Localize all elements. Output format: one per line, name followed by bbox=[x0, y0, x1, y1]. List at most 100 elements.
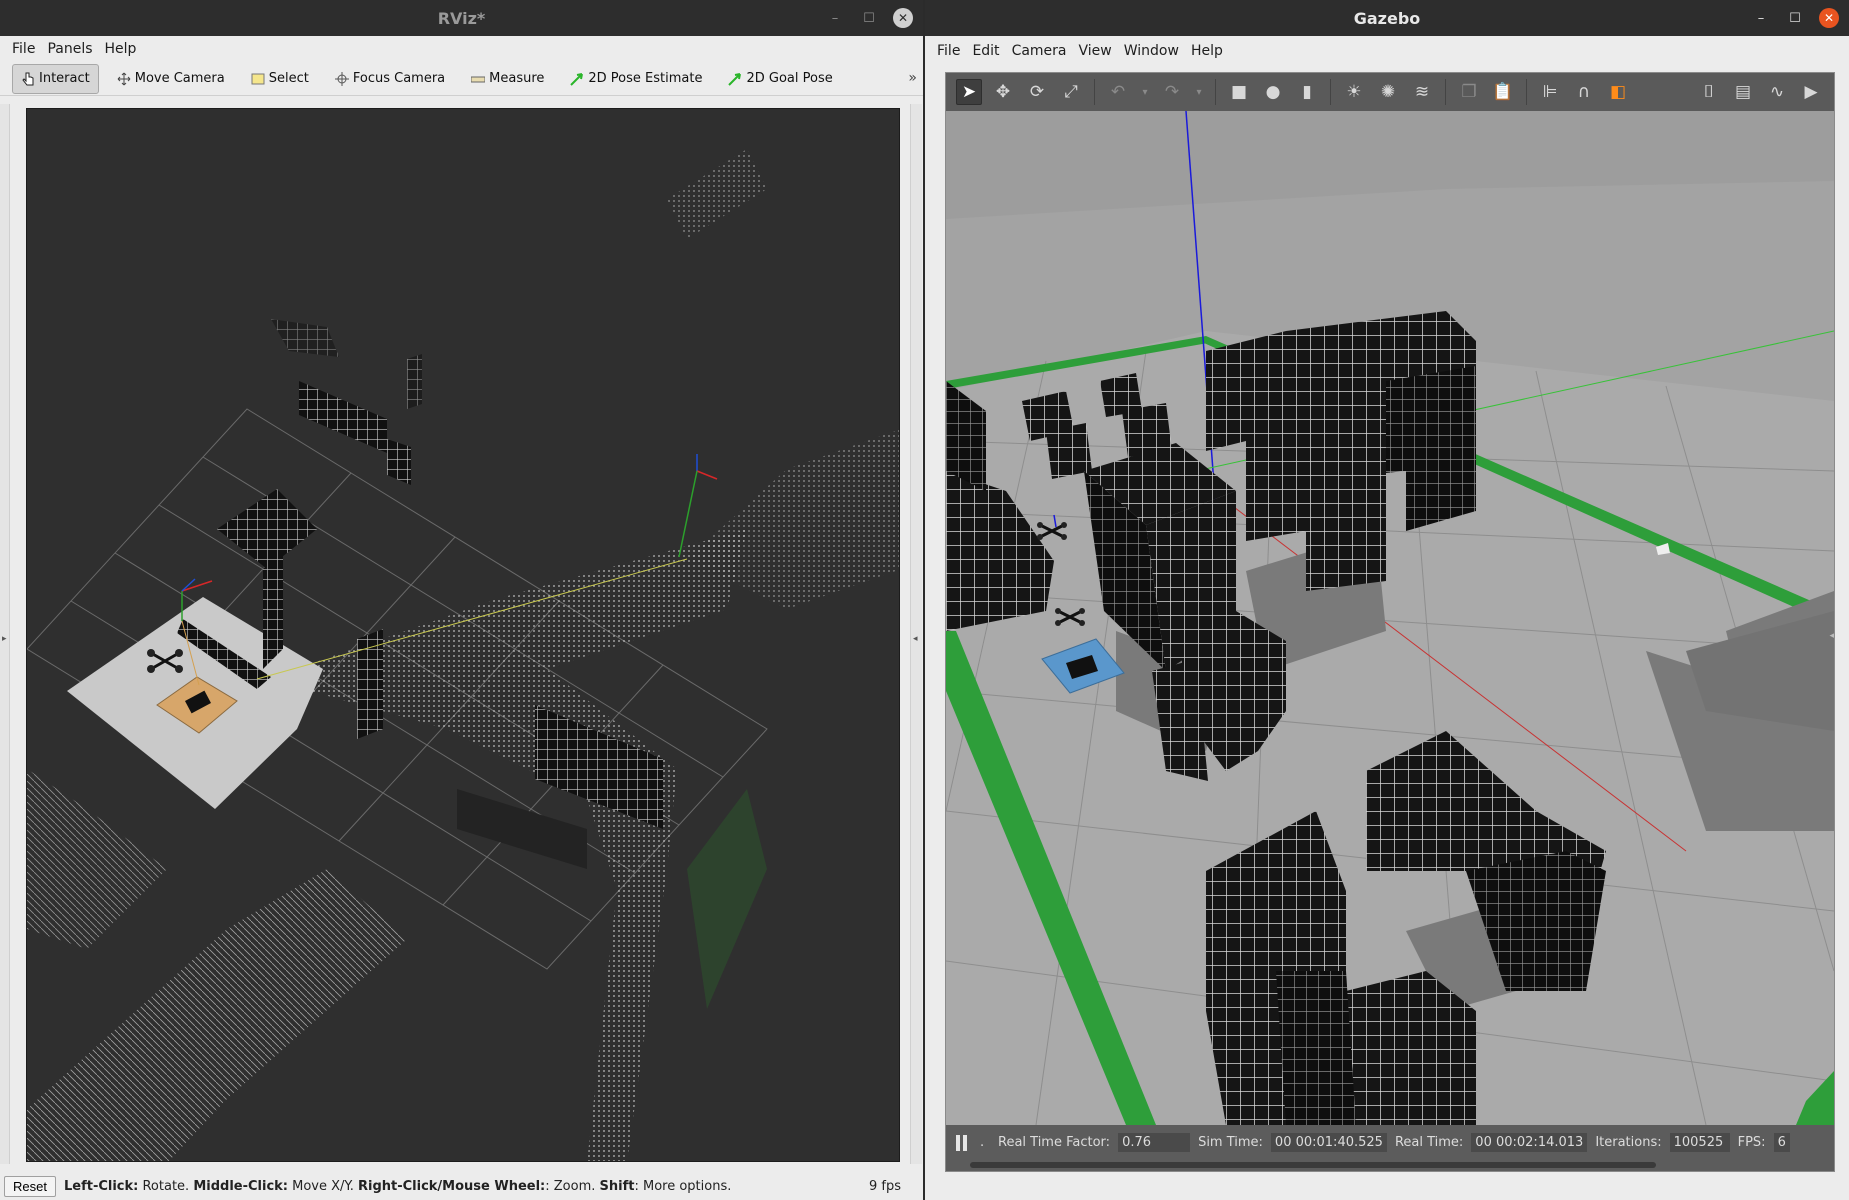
tool-select[interactable]: Select bbox=[243, 64, 317, 94]
right-panel-handle[interactable]: ◂ bbox=[1829, 631, 1834, 641]
align-icon[interactable]: ⊫ bbox=[1537, 79, 1563, 105]
rotate-mode-icon[interactable]: ⟳ bbox=[1024, 79, 1050, 105]
gazebo-window-title: Gazebo bbox=[1353, 8, 1421, 28]
hand-cursor-icon bbox=[21, 72, 35, 86]
rviz-window-title: RViz* bbox=[437, 8, 486, 28]
menu-file[interactable]: File bbox=[6, 41, 41, 57]
right-dock-handle[interactable]: ◂ bbox=[910, 104, 922, 1164]
expand-right-icon: ◂ bbox=[913, 634, 918, 644]
view-angle-icon[interactable]: ◧ bbox=[1605, 79, 1631, 105]
select-box-icon bbox=[251, 72, 265, 86]
undo-dropdown-icon[interactable]: ▾ bbox=[1139, 79, 1151, 105]
focus-cross-icon bbox=[334, 71, 349, 86]
left-dock-handle[interactable]: ▸ bbox=[0, 104, 10, 1164]
spot-light-icon[interactable]: ✺ bbox=[1375, 79, 1401, 105]
green-arrow-icon bbox=[570, 72, 584, 86]
rviz-window: RViz* – ☐ ✕ File Panels Help Interact Mo… bbox=[0, 0, 923, 1200]
sphere-shape-icon[interactable]: ● bbox=[1260, 79, 1286, 105]
real-time-factor-label: Real Time Factor: bbox=[998, 1135, 1111, 1150]
pause-icon[interactable] bbox=[956, 1134, 972, 1152]
sim-time-label: Sim Time: bbox=[1198, 1135, 1263, 1150]
tool-focus-camera[interactable]: Focus Camera bbox=[327, 64, 453, 94]
fps-label: FPS: bbox=[1737, 1135, 1766, 1150]
point-light-icon[interactable]: ☀ bbox=[1341, 79, 1367, 105]
maximize-icon[interactable]: ☐ bbox=[1785, 8, 1805, 28]
snap-magnet-icon[interactable]: ∩ bbox=[1571, 79, 1597, 105]
gazebo-scene bbox=[946, 111, 1834, 1125]
video-record-icon[interactable]: ▶ bbox=[1798, 79, 1824, 105]
translate-mode-icon[interactable]: ✥ bbox=[990, 79, 1016, 105]
menu-window[interactable]: Window bbox=[1118, 43, 1185, 59]
paste-icon[interactable]: 📋 bbox=[1490, 79, 1516, 105]
reset-button[interactable]: Reset bbox=[4, 1175, 56, 1197]
rviz-menubar: File Panels Help bbox=[0, 36, 923, 62]
gazebo-menubar: File Edit Camera View Window Help bbox=[925, 36, 1849, 66]
rviz-scene bbox=[27, 149, 899, 1161]
hint-right-click-key: Right-Click/Mouse Wheel: bbox=[357, 1178, 546, 1194]
gazebo-3d-viewport[interactable]: ◂ bbox=[946, 111, 1834, 1125]
real-time-value: 00 00:02:14.013 bbox=[1471, 1133, 1588, 1152]
tool-select-label: Select bbox=[268, 71, 309, 86]
box-shape-icon[interactable]: ■ bbox=[1226, 79, 1252, 105]
tool-2d-pose-estimate[interactable]: 2D Pose Estimate bbox=[562, 64, 710, 94]
tool-2d-pose-estimate-label: 2D Pose Estimate bbox=[588, 71, 703, 86]
copy-icon[interactable]: ❐ bbox=[1456, 79, 1482, 105]
tool-measure-label: Measure bbox=[489, 71, 545, 86]
hint-shift-text: : More options. bbox=[634, 1178, 732, 1194]
gazebo-main-panel: ➤ ✥ ⟳ ⤢ ↶ ▾ ↷ ▾ ■ ● ▮ ☀ ✺ ≋ ❐ 📋 ⊫ ∩ ◧ ⌷ bbox=[945, 72, 1835, 1172]
step-dot-icon[interactable]: . bbox=[980, 1135, 990, 1150]
tool-focus-camera-label: Focus Camera bbox=[352, 71, 446, 86]
rviz-3d-viewport[interactable] bbox=[26, 108, 900, 1162]
log-icon[interactable]: ▤ bbox=[1730, 79, 1756, 105]
menu-camera[interactable]: Camera bbox=[1006, 43, 1073, 59]
minimize-icon[interactable]: – bbox=[1751, 8, 1771, 28]
gazebo-toolbar: ➤ ✥ ⟳ ⤢ ↶ ▾ ↷ ▾ ■ ● ▮ ☀ ✺ ≋ ❐ 📋 ⊫ ∩ ◧ ⌷ bbox=[946, 73, 1834, 111]
redo-icon[interactable]: ↷ bbox=[1159, 79, 1185, 105]
select-mode-icon[interactable]: ➤ bbox=[956, 79, 982, 105]
hint-middle-click-key: Middle-Click: bbox=[193, 1178, 288, 1194]
gazebo-window: Gazebo – ☐ ✕ File Edit Camera View Windo… bbox=[925, 0, 1849, 1200]
real-time-factor-value: 0.76 bbox=[1118, 1133, 1191, 1152]
menu-panels[interactable]: Panels bbox=[41, 41, 98, 57]
wall-shadow bbox=[457, 789, 587, 869]
rviz-titlebar: RViz* – ☐ ✕ bbox=[0, 0, 923, 36]
tool-move-camera[interactable]: Move Camera bbox=[109, 64, 233, 94]
tool-interact[interactable]: Interact bbox=[12, 63, 99, 94]
cylinder-shape-icon[interactable]: ▮ bbox=[1294, 79, 1320, 105]
minimize-icon[interactable]: – bbox=[825, 8, 845, 28]
tool-2d-goal-pose-label: 2D Goal Pose bbox=[746, 71, 833, 86]
close-icon[interactable]: ✕ bbox=[1819, 8, 1839, 28]
menu-view[interactable]: View bbox=[1073, 43, 1118, 59]
toolbar-separator bbox=[1330, 79, 1331, 105]
move-arrows-icon bbox=[117, 72, 131, 86]
scale-mode-icon[interactable]: ⤢ bbox=[1058, 79, 1084, 105]
redo-dropdown-icon[interactable]: ▾ bbox=[1193, 79, 1205, 105]
tool-move-camera-label: Move Camera bbox=[134, 71, 225, 86]
screenshot-camera-icon[interactable]: ⌷ bbox=[1696, 79, 1722, 105]
tool-2d-goal-pose[interactable]: 2D Goal Pose bbox=[720, 64, 840, 94]
hint-middle-click-text: Move X/Y. bbox=[288, 1178, 358, 1194]
horizontal-scrollbar[interactable] bbox=[970, 1162, 1656, 1168]
real-time-label: Real Time: bbox=[1394, 1135, 1464, 1150]
rviz-fps: 9 fps bbox=[868, 1178, 901, 1194]
menu-help[interactable]: Help bbox=[1185, 43, 1229, 59]
iterations-label: Iterations: bbox=[1595, 1135, 1662, 1150]
fps-value: 6 bbox=[1773, 1133, 1790, 1152]
maximize-icon[interactable]: ☐ bbox=[859, 8, 879, 28]
gazebo-toolbar-right: ⌷ ▤ ∿ ▶ bbox=[1696, 79, 1824, 105]
hint-left-click-text: Rotate. bbox=[138, 1178, 194, 1194]
rviz-status-bar: Reset Left-Click: Rotate. Middle-Click: … bbox=[0, 1172, 923, 1200]
menu-help[interactable]: Help bbox=[99, 41, 143, 57]
menu-edit[interactable]: Edit bbox=[966, 43, 1005, 59]
undo-icon[interactable]: ↶ bbox=[1105, 79, 1131, 105]
tool-measure[interactable]: Measure bbox=[463, 64, 552, 94]
menu-file[interactable]: File bbox=[931, 43, 966, 59]
hint-shift-key: Shift bbox=[599, 1178, 635, 1194]
green-arrow-icon bbox=[728, 72, 742, 86]
directional-light-icon[interactable]: ≋ bbox=[1409, 79, 1435, 105]
gazebo-titlebar: Gazebo – ☐ ✕ bbox=[925, 0, 1849, 36]
sim-time-value: 00 00:01:40.525 bbox=[1270, 1133, 1387, 1152]
toolbar-overflow-button[interactable]: » bbox=[908, 70, 917, 86]
close-icon[interactable]: ✕ bbox=[893, 8, 913, 28]
plot-icon[interactable]: ∿ bbox=[1764, 79, 1790, 105]
